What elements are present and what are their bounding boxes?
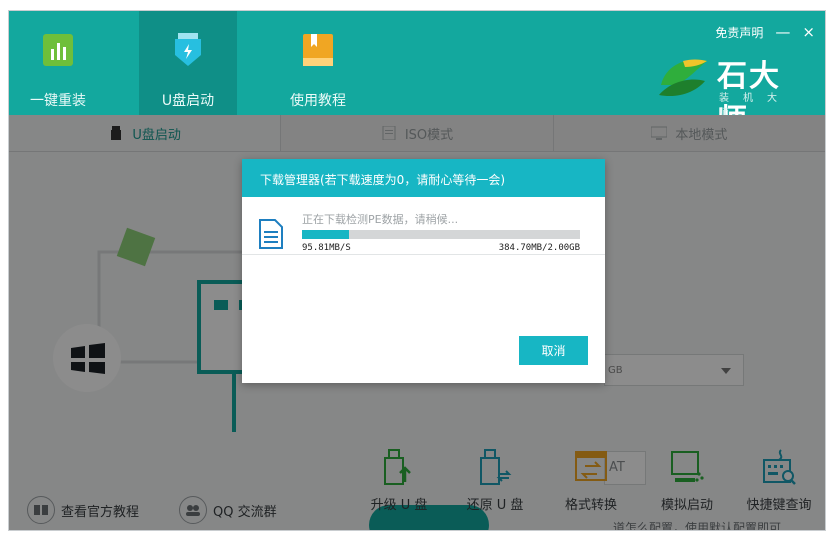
window-controls: 免责声明 — × bbox=[715, 23, 815, 41]
disclaimer-link[interactable]: 免责声明 bbox=[715, 24, 763, 41]
bookmark-book-icon bbox=[303, 34, 333, 66]
download-progress-fill bbox=[302, 230, 350, 239]
brand-logo: 石大师 装机大师 bbox=[657, 51, 807, 138]
close-button[interactable]: × bbox=[802, 23, 815, 41]
header: 一键重装 U盘启动 使用教程 免责声明 — × 石大 装机大师 bbox=[9, 11, 825, 138]
bar-chart-icon bbox=[43, 34, 73, 66]
app-window: 一键重装 U盘启动 使用教程 免责声明 — × 石大 装机大师 U盘启动 ISO… bbox=[8, 10, 826, 531]
download-speed: 95.81MB/S bbox=[302, 243, 351, 253]
file-icon bbox=[259, 219, 283, 249]
download-status: 正在下载检测PE数据，请稍候... bbox=[302, 213, 459, 226]
download-item: 正在下载检测PE数据，请稍候... 95.81MB/S 384.70MB/2.0… bbox=[242, 197, 605, 255]
tab-label: 一键重装 bbox=[30, 93, 86, 109]
brand-leaf-icon bbox=[659, 59, 707, 97]
download-progress-bar bbox=[302, 230, 580, 239]
tab-tutorial[interactable]: 使用教程 bbox=[269, 11, 367, 115]
download-size: 384.70MB/2.00GB bbox=[498, 243, 580, 253]
tab-label: 使用教程 bbox=[290, 93, 346, 109]
dialog-title: 下载管理器(若下载速度为0，请耐心等待一会) bbox=[242, 159, 605, 197]
download-manager-dialog: 下载管理器(若下载速度为0，请耐心等待一会) 正在下载检测PE数据，请稍候...… bbox=[242, 159, 605, 383]
tab-label: U盘启动 bbox=[161, 93, 215, 109]
tab-usb-boot[interactable]: U盘启动 bbox=[139, 11, 237, 115]
usb-shield-icon bbox=[175, 33, 201, 66]
tab-one-key-reinstall[interactable]: 一键重装 bbox=[9, 11, 107, 115]
cancel-button[interactable]: 取消 bbox=[519, 336, 588, 365]
minimize-button[interactable]: — bbox=[775, 23, 790, 41]
